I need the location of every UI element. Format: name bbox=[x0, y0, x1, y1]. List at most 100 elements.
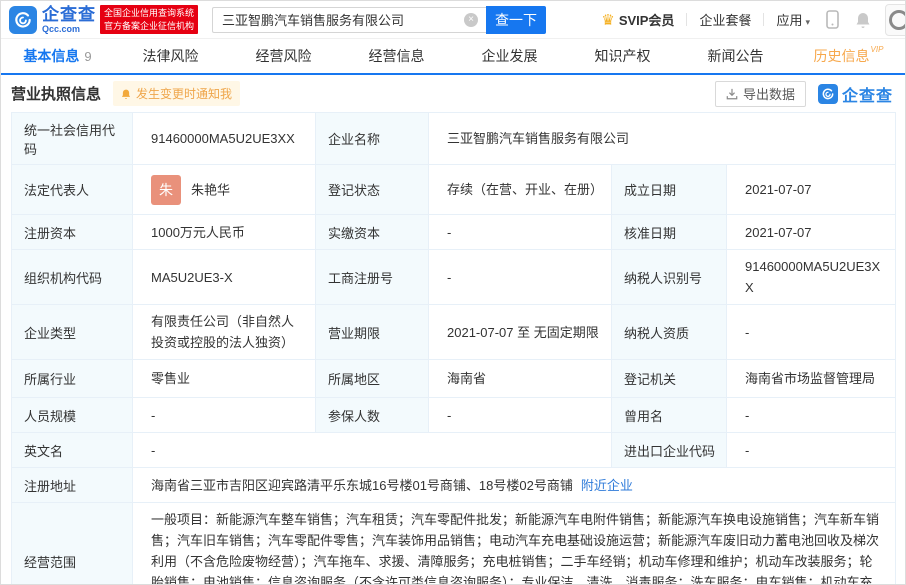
field-label: 企业名称 bbox=[315, 112, 429, 165]
crown-icon: ♛ bbox=[601, 11, 615, 29]
divider bbox=[686, 13, 688, 26]
field-label: 登记机关 bbox=[611, 359, 727, 398]
section-title: 营业执照信息 bbox=[11, 86, 102, 103]
field-value: 91460000MA5U2UE3XX bbox=[132, 112, 316, 165]
bell-icon[interactable] bbox=[855, 11, 871, 29]
field-label: 登记状态 bbox=[315, 164, 429, 215]
field-label: 成立日期 bbox=[611, 164, 727, 215]
field-value-text: 三亚智鹏汽车销售服务有限公司 bbox=[447, 131, 630, 146]
table-row: 经营范围 一般项目：新能源汽车整车销售；汽车租赁；汽车零配件批发；新能源汽车电附件… bbox=[11, 502, 897, 584]
tab-news[interactable]: 新闻公告 bbox=[679, 39, 792, 73]
brand-text[interactable]: 企查查 Qcc.com bbox=[42, 6, 96, 34]
tab-legal-risk[interactable]: 法律风险 bbox=[114, 39, 227, 73]
field-value-text: 2021-07-07 至 无固定期限 bbox=[447, 324, 599, 340]
tab-operation-risk[interactable]: 经营风险 bbox=[227, 39, 340, 73]
field-value: - bbox=[725, 304, 897, 360]
field-label: 组织机构代码 bbox=[11, 249, 133, 305]
qcc-watermark: 企查查 bbox=[817, 82, 893, 106]
field-label: 纳税人识别号 bbox=[611, 249, 727, 305]
field-value: 海南省 bbox=[428, 359, 612, 398]
field-value: 2021-07-07 bbox=[725, 164, 897, 215]
field-label: 法定代表人 bbox=[11, 164, 133, 215]
official-credit-badge: 全国企业信用查询系统 官方备案企业征信机构 bbox=[100, 5, 199, 34]
company-package-link[interactable]: 企业套餐 bbox=[699, 10, 751, 29]
notify-on-change-badge[interactable]: 发生变更时通知我 bbox=[113, 81, 241, 106]
field-value-text: - bbox=[745, 324, 750, 340]
tab-basic-info[interactable]: 基本信息 9 bbox=[1, 39, 114, 73]
field-label: 营业期限 bbox=[315, 304, 429, 360]
field-value: 朱朱艳华 bbox=[132, 164, 316, 215]
field-value-text: 2021-07-07 bbox=[745, 182, 812, 197]
table-row: 组织机构代码 MA5U2UE3-X 工商注册号 - 纳税人识别号 91460000MA5U… bbox=[11, 249, 897, 305]
clear-search-icon[interactable]: × bbox=[464, 12, 479, 27]
user-avatar[interactable] bbox=[885, 3, 905, 36]
mobile-app-icon[interactable] bbox=[826, 10, 839, 29]
field-value-text: 2021-07-07 bbox=[745, 224, 812, 240]
tab-company-development[interactable]: 企业发展 bbox=[453, 39, 566, 73]
field-value: - bbox=[428, 397, 612, 433]
qcc-company-page: 企查查 Qcc.com 全国企业信用查询系统 官方备案企业征信机构 × 查一下 … bbox=[0, 0, 906, 585]
apps-menu[interactable]: 应用 ▾ bbox=[776, 10, 810, 29]
search-button[interactable]: 查一下 bbox=[486, 5, 547, 34]
field-label: 英文名 bbox=[11, 432, 133, 468]
business-license-table: 统一社会信用代码 91460000MA5U2UE3XX 企业名称 三亚智鹏汽车销售服务… bbox=[11, 112, 897, 584]
nearby-companies-link[interactable]: 附近企业 bbox=[581, 478, 633, 493]
field-value-text: - bbox=[745, 407, 750, 423]
field-value-text: 91460000MA5U2UE3XX bbox=[745, 259, 881, 295]
field-value: 一般项目：新能源汽车整车销售；汽车租赁；汽车零配件批发；新能源汽车电附件销售；新… bbox=[131, 502, 897, 584]
legal-rep-avatar[interactable]: 朱 bbox=[151, 174, 181, 205]
field-value-text: 91460000MA5U2UE3XX bbox=[151, 131, 295, 146]
field-label: 工商注册号 bbox=[315, 249, 429, 305]
tab-label: 知识产权 bbox=[594, 48, 651, 64]
field-value: 存续（在营、开业、在册） bbox=[428, 164, 612, 215]
legal-rep-name[interactable]: 朱艳华 bbox=[191, 182, 230, 197]
field-label: 曾用名 bbox=[611, 397, 727, 433]
brand-name: 企查查 bbox=[42, 4, 96, 24]
header-right-nav: ♛ SVIP会员 企业套餐 应用 ▾ bbox=[601, 1, 905, 38]
field-label: 核准日期 bbox=[611, 214, 727, 250]
field-value: - bbox=[725, 397, 897, 433]
search-input[interactable] bbox=[212, 6, 487, 33]
qcc-logo-icon[interactable] bbox=[9, 5, 37, 34]
field-value: 三亚智鹏汽车销售服务有限公司 bbox=[427, 112, 897, 165]
notify-badge-label: 发生变更时通知我 bbox=[136, 87, 233, 101]
field-value-text: 存续（在营、开业、在册） bbox=[447, 182, 604, 197]
field-label: 参保人数 bbox=[315, 397, 429, 433]
field-value: 有限责任公司（非自然人投资或控股的法人独资） bbox=[132, 304, 316, 360]
field-value: 零售业 bbox=[132, 359, 316, 398]
brand-domain: Qcc.com bbox=[42, 23, 81, 34]
field-value: 91460000MA5U2UE3XX bbox=[725, 249, 897, 305]
table-row: 注册资本 1000万元人民币 实缴资本 - 核准日期 2021-07-07 bbox=[11, 214, 897, 250]
field-value-text: 海南省市场监督管理局 bbox=[745, 371, 876, 386]
field-value: 海南省三亚市吉阳区迎宾路清平乐东城16号楼01号商铺、18号楼02号商铺 附近企业 bbox=[131, 467, 897, 503]
divider bbox=[763, 13, 765, 26]
tab-history-info[interactable]: 历史信息 VIP bbox=[792, 39, 905, 73]
tab-label: 企业发展 bbox=[481, 48, 538, 64]
table-row: 注册地址 海南省三亚市吉阳区迎宾路清平乐东城16号楼01号商铺、18号楼02号商铺… bbox=[11, 467, 897, 503]
field-label: 注册地址 bbox=[11, 467, 133, 503]
table-row: 法定代表人朱朱艳华 登记状态 存续（在营、开业、在册） 成立日期 2021-07-07 bbox=[11, 164, 897, 215]
company-tab-bar: 基本信息 9 法律风险 经营风险 经营信息 企业发展 知识产权 新闻公告 历史信息 VIP bbox=[1, 38, 905, 75]
table-row: 人员规模 - 参保人数 - 曾用名 - bbox=[11, 397, 897, 433]
tab-operation-info[interactable]: 经营信息 bbox=[340, 39, 453, 73]
field-value: 1000万元人民币 bbox=[132, 214, 316, 250]
field-label: 经营范围 bbox=[11, 502, 133, 584]
field-value-text: - bbox=[447, 224, 452, 240]
top-header: 企查查 Qcc.com 全国企业信用查询系统 官方备案企业征信机构 × 查一下 … bbox=[1, 1, 905, 38]
svip-member-link[interactable]: SVIP会员 bbox=[619, 10, 675, 29]
tab-label: 法律风险 bbox=[142, 48, 199, 64]
field-value-text: 有限责任公司（非自然人投资或控股的法人独资） bbox=[151, 314, 295, 350]
field-label: 统一社会信用代码 bbox=[11, 112, 133, 165]
export-data-button[interactable]: 导出数据 bbox=[714, 80, 806, 107]
field-label: 所属行业 bbox=[11, 359, 133, 398]
tab-intellectual-property[interactable]: 知识产权 bbox=[566, 39, 679, 73]
export-button-label: 导出数据 bbox=[742, 87, 795, 102]
field-label: 所属地区 bbox=[315, 359, 429, 398]
field-label: 纳税人资质 bbox=[611, 304, 727, 360]
field-value: 2021-07-07 至 无固定期限 bbox=[428, 304, 612, 360]
watermark-brand-text: 企查查 bbox=[841, 87, 893, 105]
field-value-text: MA5U2UE3-X bbox=[151, 269, 233, 285]
table-row: 企业类型 有限责任公司（非自然人投资或控股的法人独资） 营业期限 2021-07-07… bbox=[11, 304, 897, 360]
field-value-text: 零售业 bbox=[151, 371, 191, 386]
field-value: - bbox=[725, 432, 897, 468]
